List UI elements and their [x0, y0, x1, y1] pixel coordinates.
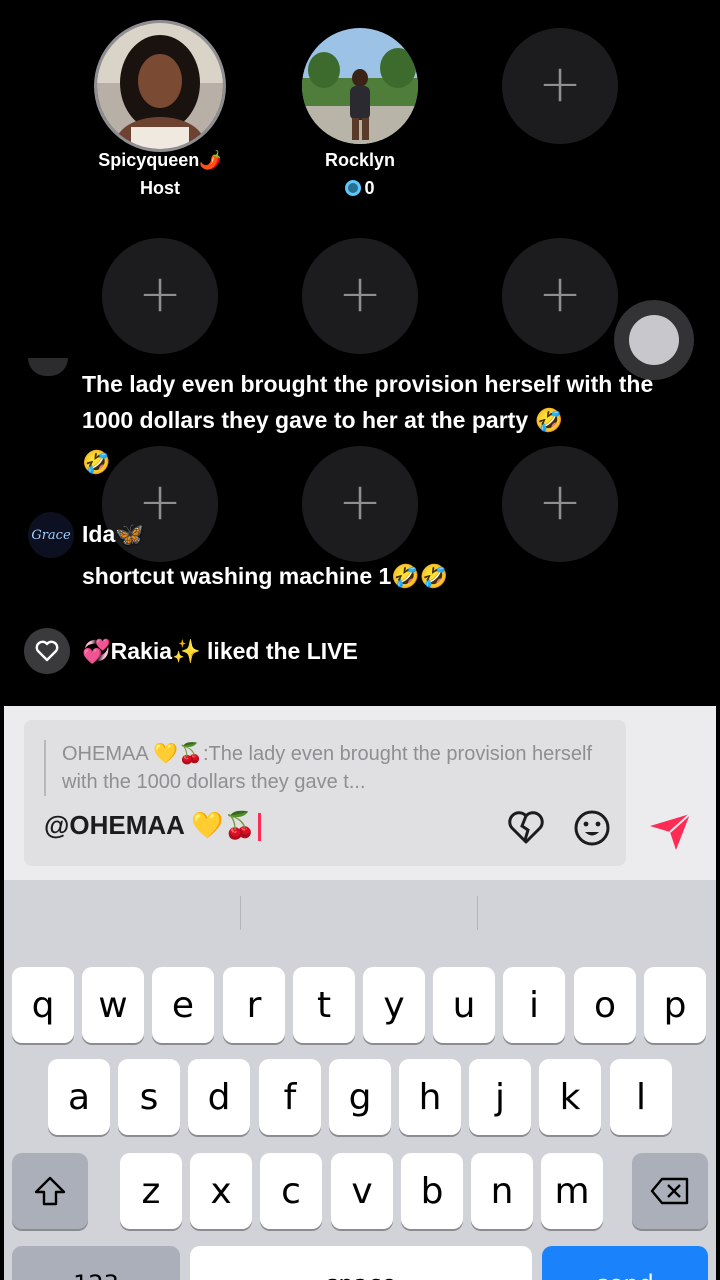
host-role-label: Host	[140, 178, 180, 198]
plus-icon: +	[138, 264, 182, 324]
key-l[interactable]: l	[610, 1059, 672, 1135]
key-y[interactable]: y	[363, 967, 425, 1043]
suggestion-divider	[240, 896, 241, 930]
empty-seat-4[interactable]: +	[102, 238, 218, 354]
reply-quote: OHEMAA 💛🍒:The lady even brought the prov…	[44, 740, 604, 796]
empty-seat-6[interactable]: +	[502, 238, 618, 354]
numbers-key[interactable]: 123	[12, 1246, 180, 1280]
space-key[interactable]: space	[190, 1246, 532, 1280]
key-s[interactable]: s	[118, 1059, 180, 1135]
plus-icon: +	[538, 54, 582, 114]
key-b[interactable]: b	[401, 1153, 463, 1229]
shift-icon	[34, 1176, 66, 1206]
heart-icon	[24, 628, 70, 674]
guest-avatar[interactable]	[302, 28, 418, 144]
key-q[interactable]: q	[12, 967, 74, 1043]
key-m[interactable]: m	[541, 1153, 603, 1229]
chat-message-1-tail: 🤣	[82, 449, 111, 475]
send-icon[interactable]	[646, 806, 694, 854]
send-key[interactable]: send	[542, 1246, 708, 1280]
emoji-icon[interactable]	[572, 808, 612, 848]
coin-icon	[345, 180, 362, 196]
key-k[interactable]: k	[539, 1059, 601, 1135]
key-i[interactable]: i	[503, 967, 565, 1043]
key-g[interactable]: g	[329, 1059, 391, 1135]
empty-seat-9[interactable]: +	[502, 446, 618, 562]
guest-name: Rocklyn	[324, 150, 396, 170]
key-w[interactable]: w	[82, 967, 144, 1043]
empty-seat-8[interactable]: +	[302, 446, 418, 562]
backspace-icon	[650, 1177, 689, 1205]
host-name: Spicyqueen🌶️	[98, 150, 222, 170]
comment-input-value[interactable]: @OHEMAA 💛🍒	[44, 810, 261, 842]
broken-heart-icon[interactable]	[506, 808, 546, 848]
ida-avatar[interactable]: Grace	[28, 512, 74, 558]
key-a[interactable]: a	[48, 1059, 110, 1135]
key-c[interactable]: c	[260, 1153, 322, 1229]
plus-icon: +	[338, 472, 382, 532]
like-event-text: 💞Rakia✨ liked the LIVE	[82, 638, 358, 664]
key-p[interactable]: p	[644, 967, 706, 1043]
suggestion-divider	[477, 896, 478, 930]
key-t[interactable]: t	[293, 967, 355, 1043]
ida-avatar-logo: Grace	[31, 527, 71, 543]
key-u[interactable]: u	[433, 967, 495, 1043]
key-d[interactable]: d	[188, 1059, 250, 1135]
key-v[interactable]: v	[331, 1153, 393, 1229]
chat-message-2: shortcut washing machine 1🤣🤣	[82, 563, 449, 589]
guest-score-value: 0	[364, 178, 375, 198]
chat-message-1: The lady even brought the provision hers…	[82, 371, 654, 433]
plus-icon: +	[538, 264, 582, 324]
key-h[interactable]: h	[399, 1059, 461, 1135]
key-j[interactable]: j	[469, 1059, 531, 1135]
backspace-key[interactable]	[632, 1153, 708, 1229]
empty-seat-5[interactable]: +	[302, 238, 418, 354]
key-o[interactable]: o	[574, 967, 636, 1043]
key-x[interactable]: x	[190, 1153, 252, 1229]
key-e[interactable]: e	[152, 967, 214, 1043]
empty-seat-3[interactable]: +	[502, 28, 618, 144]
chat-username-ida[interactable]: Ida🦋	[82, 516, 144, 552]
guest-score: 0	[270, 178, 450, 199]
plus-icon: +	[538, 472, 582, 532]
plus-icon: +	[338, 264, 382, 324]
key-n[interactable]: n	[471, 1153, 533, 1229]
key-r[interactable]: r	[223, 967, 285, 1043]
key-f[interactable]: f	[259, 1059, 321, 1135]
commenter-avatar[interactable]	[28, 358, 68, 376]
host-avatar[interactable]	[94, 20, 226, 152]
plus-icon: +	[138, 472, 182, 532]
shift-key[interactable]	[12, 1153, 88, 1229]
comment-text: @OHEMAA 💛🍒	[44, 810, 256, 840]
key-z[interactable]: z	[120, 1153, 182, 1229]
text-caret	[257, 813, 261, 842]
